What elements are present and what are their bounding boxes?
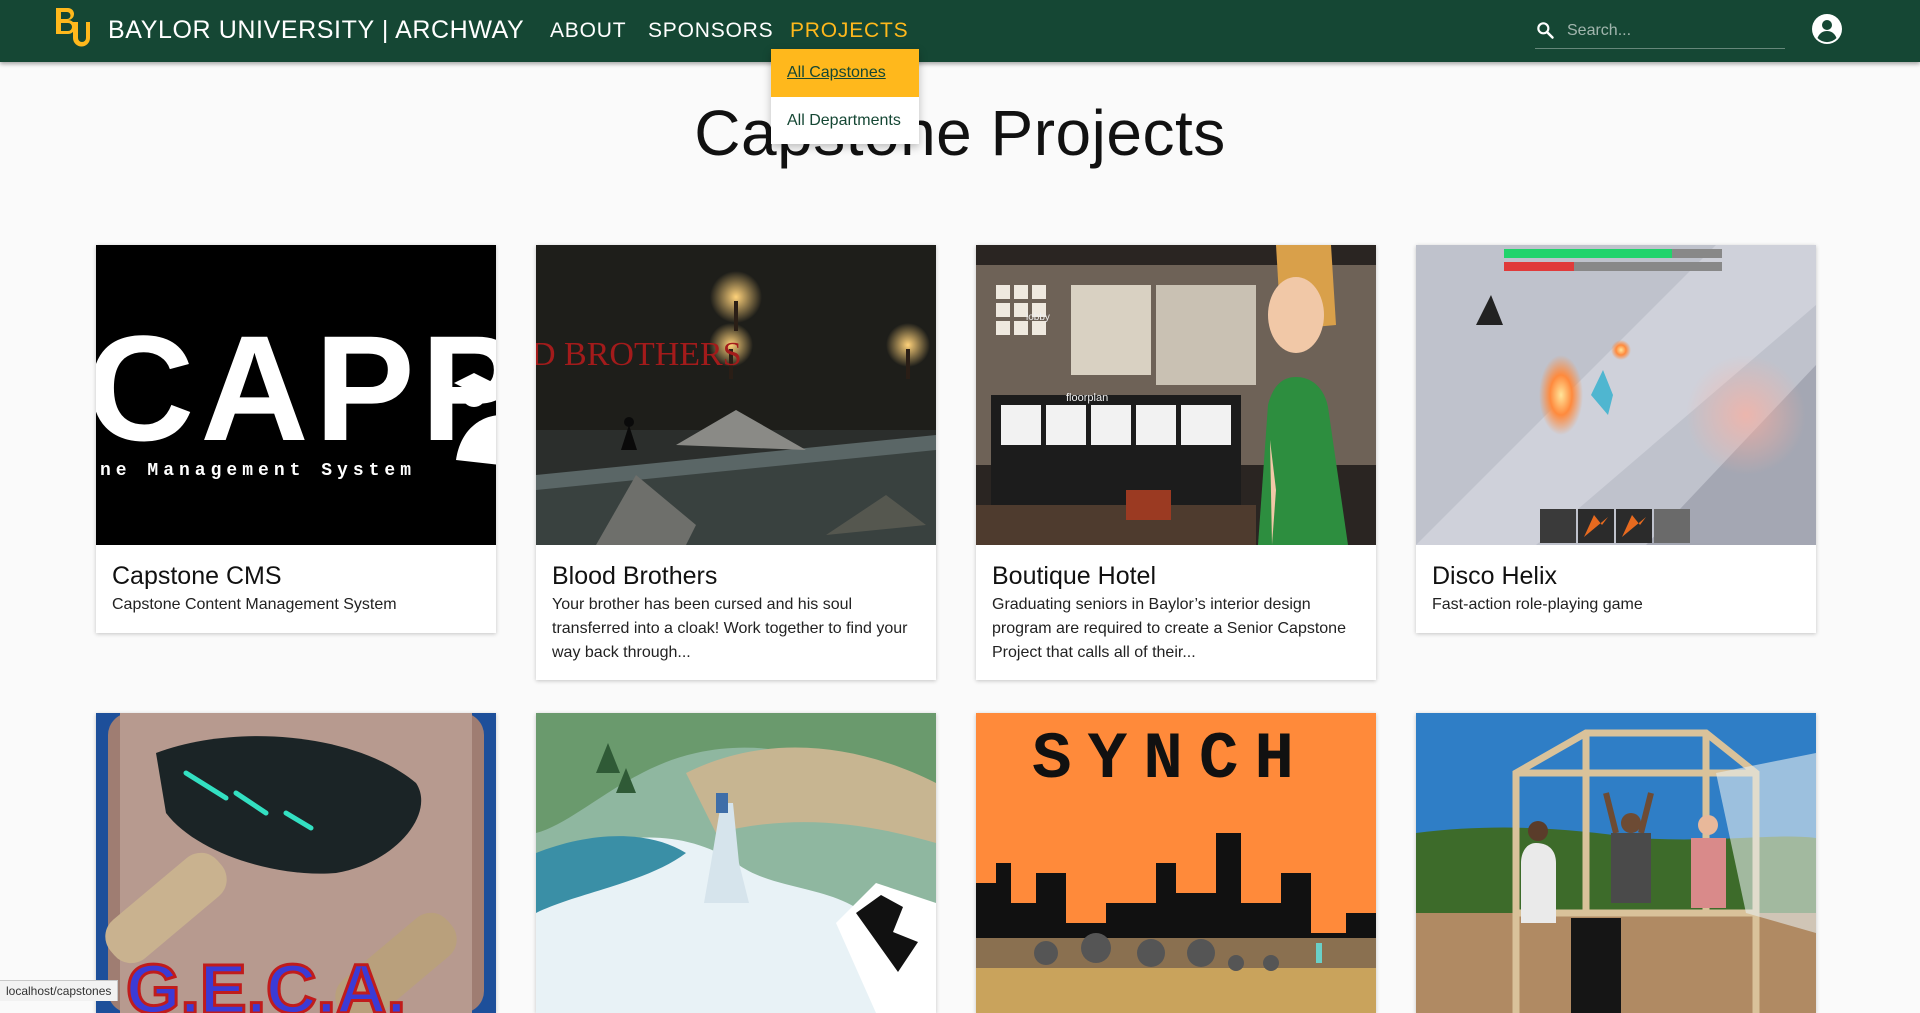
project-thumbnail — [1416, 245, 1816, 545]
project-thumbnail: floorplan lobby — [976, 245, 1376, 545]
thumbnail-title-text: D BROTHERS — [536, 336, 742, 373]
card-description: Fast-action role-playing game — [1432, 596, 1643, 613]
project-thumbnail — [536, 713, 936, 1013]
project-card-blood-brothers[interactable]: D BROTHERS Blood Brothers Your brother h… — [536, 245, 936, 680]
search-box — [1535, 14, 1785, 49]
card-description: Capstone Content Management System — [112, 596, 397, 613]
page-title: Capstone Projects — [694, 97, 1226, 169]
project-card-snow-game[interactable] — [536, 713, 936, 1013]
project-card-greenhouse[interactable] — [1416, 713, 1816, 1013]
projects-dropdown-menu: All Capstones All Departments — [771, 49, 919, 144]
top-app-bar: BAYLOR UNIVERSITY | ARCHWAY ABOUT SPONSO… — [0, 0, 1920, 62]
project-thumbnail: G.E.C.A. — [96, 713, 496, 1013]
project-card-disco-helix[interactable]: Disco Helix Fast-action role-playing gam… — [1416, 245, 1816, 633]
project-card-geca[interactable]: G.E.C.A. — [96, 713, 496, 1013]
menu-item-all-capstones[interactable]: All Capstones — [771, 49, 919, 97]
thumbnail-title-text: SYNCH — [1032, 722, 1310, 797]
thumbnail-label-floorplan: floorplan — [1066, 392, 1108, 404]
search-icon — [1537, 22, 1554, 39]
project-thumbnail: SYNCH — [976, 713, 1376, 1013]
project-thumbnail — [1416, 713, 1816, 1013]
thumbnail-label-lobby: lobby — [1026, 312, 1050, 323]
browser-status-url: localhost/capstones — [0, 980, 119, 1001]
project-card-boutique-hotel[interactable]: floorplan lobby Boutique Hotel Graduatin… — [976, 245, 1376, 680]
nav-projects[interactable]: PROJECTS — [790, 19, 908, 43]
search-input[interactable] — [1565, 16, 1784, 46]
brand-title[interactable]: BAYLOR UNIVERSITY | ARCHWAY — [108, 16, 524, 45]
card-title: Disco Helix — [1432, 562, 1558, 590]
nav-about[interactable]: ABOUT — [550, 19, 626, 43]
baylor-logo-icon[interactable] — [54, 6, 90, 48]
card-title: Capstone CMS — [112, 562, 282, 590]
project-card-capstone-cms[interactable]: CAPPY ne Management System Capstone CMS … — [96, 245, 496, 633]
card-description: Your brother has been cursed and his sou… — [552, 596, 908, 661]
thumbnail-logo-text: CAPPY — [96, 304, 496, 472]
card-description: Graduating seniors in Baylor’s interior … — [992, 596, 1346, 661]
project-thumbnail: CAPPY ne Management System — [96, 245, 496, 545]
project-card-synch[interactable]: SYNCH — [976, 713, 1376, 1013]
thumbnail-subtitle-text: ne Management System — [100, 461, 416, 481]
menu-item-all-departments[interactable]: All Departments — [771, 97, 919, 145]
project-thumbnail: D BROTHERS — [536, 245, 936, 545]
nav-sponsors[interactable]: SPONSORS — [648, 19, 773, 43]
card-title: Blood Brothers — [552, 562, 718, 590]
account-circle-icon[interactable] — [1811, 13, 1843, 45]
card-title: Boutique Hotel — [992, 562, 1157, 590]
thumbnail-title-text: G.E.C.A. — [126, 950, 406, 1013]
